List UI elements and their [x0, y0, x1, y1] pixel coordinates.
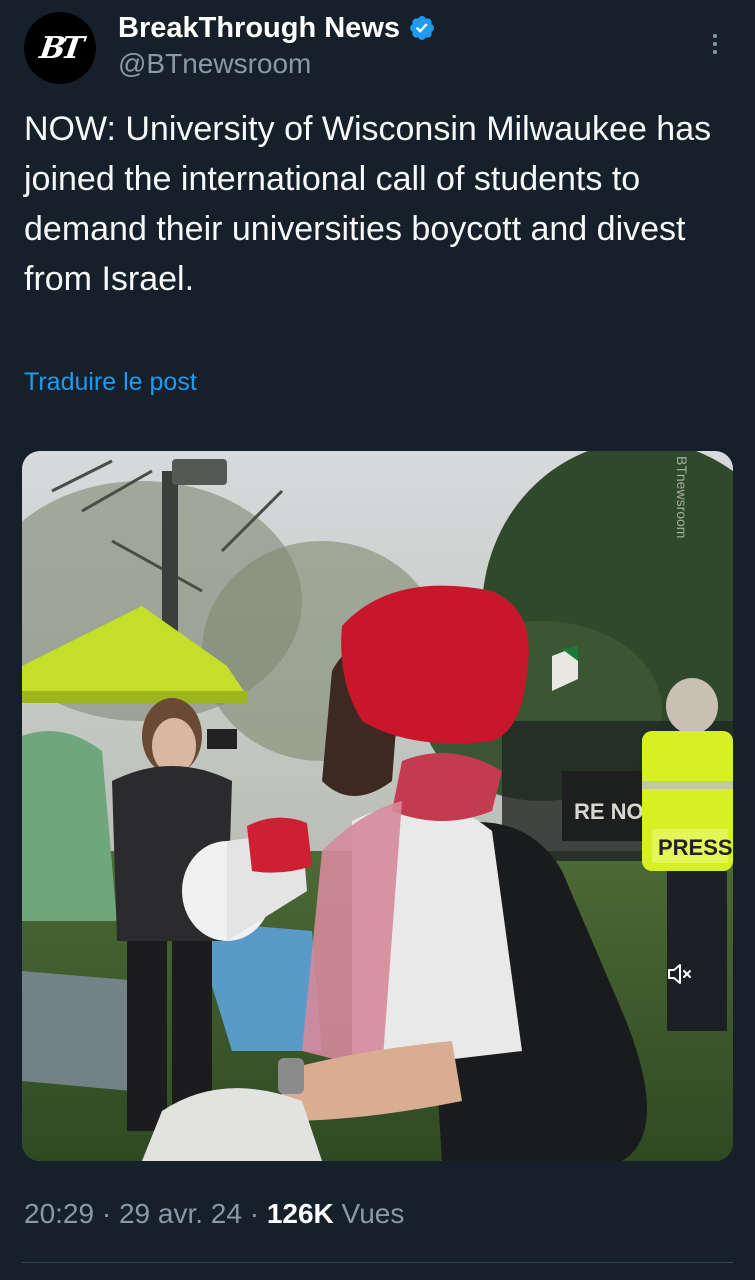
- sign-text: RE NO: [574, 799, 644, 824]
- speaker-muted-icon: [668, 964, 691, 984]
- verified-badge-icon: [410, 16, 434, 40]
- video-player[interactable]: RE NO PRESS BTnewsroom: [22, 451, 733, 1161]
- tweet-metadata: 20:29 · 29 avr. 24 · 126K Vues: [24, 1198, 404, 1230]
- divider: [22, 1262, 733, 1263]
- author-name-row[interactable]: BreakThrough News: [118, 10, 436, 46]
- tweet-detail-page: BT BreakThrough News @BTnewsroom NOW: Un…: [0, 0, 755, 1280]
- meta-separator: ·: [94, 1198, 119, 1229]
- tweet-date[interactable]: 29 avr. 24: [119, 1198, 242, 1229]
- views-count: 126K: [266, 1198, 334, 1229]
- tweet-text: NOW: University of Wisconsin Milwaukee h…: [24, 110, 712, 298]
- views-label: Vues: [333, 1198, 405, 1229]
- author-handle[interactable]: @BTnewsroom: [118, 48, 311, 80]
- video-watermark: BTnewsroom: [674, 456, 690, 538]
- video-frame: RE NO PRESS BTnewsroom: [22, 451, 733, 1161]
- avatar-logo-text: BT: [37, 30, 83, 66]
- author-display-name[interactable]: BreakThrough News: [118, 12, 400, 45]
- tweet-time[interactable]: 20:29: [24, 1198, 94, 1229]
- press-vest-text: PRESS: [658, 835, 733, 860]
- translate-post-link[interactable]: Traduire le post: [24, 368, 197, 397]
- more-options-icon[interactable]: [703, 26, 727, 62]
- author-avatar[interactable]: BT: [24, 12, 96, 84]
- unmute-button[interactable]: [658, 952, 702, 996]
- meta-separator: ·: [241, 1198, 267, 1229]
